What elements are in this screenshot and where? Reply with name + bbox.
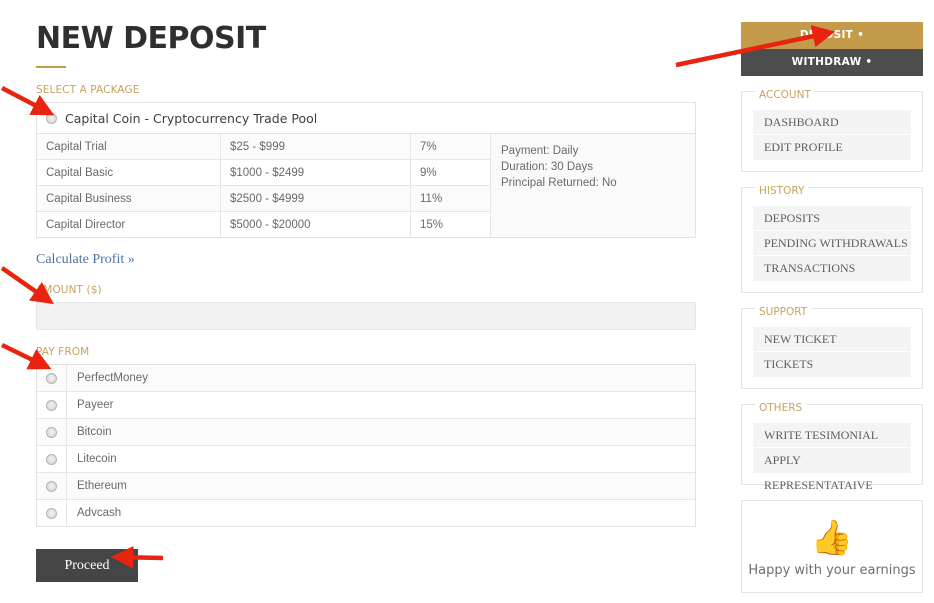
payment-radio-cell[interactable]	[37, 500, 67, 526]
payment-radio[interactable]	[46, 507, 57, 519]
plan-range: $5000 - $20000	[220, 211, 411, 237]
plan-info-duration: Duration: 30 Days	[501, 161, 594, 173]
payment-radio[interactable]	[46, 453, 57, 465]
package-name: Capital Coin - Cryptocurrency Trade Pool	[65, 110, 318, 126]
sidebar-group-others: OTHERS WRITE TESIMONIAL APPLY REPRESENTA…	[741, 402, 923, 492]
plan-name: Capital Basic	[37, 159, 221, 186]
page-title: NEW DEPOSIT	[36, 21, 266, 56]
plan-table-body: Capital Trial $25 - $999 7% Capital Basi…	[37, 134, 491, 237]
sidebar-group-account: ACCOUNT DASHBOARD EDIT PROFILE	[741, 89, 923, 172]
list-item[interactable]: Payeer	[37, 392, 695, 419]
amount-label: AMOUNT ($)	[36, 284, 102, 296]
payment-method-label: PerfectMoney	[77, 372, 148, 384]
select-package-label: SELECT A PACKAGE	[36, 84, 140, 96]
plan-table: Capital Trial $25 - $999 7% Capital Basi…	[37, 134, 491, 237]
list-item[interactable]: Bitcoin	[37, 419, 695, 446]
sidebar: DEPOSIT • WITHDRAW • ACCOUNT DASHBOARD E…	[741, 22, 923, 593]
list-item[interactable]: Litecoin	[37, 446, 695, 473]
sidebar-item-dashboard[interactable]: DASHBOARD	[753, 110, 911, 135]
title-underline	[36, 66, 66, 68]
package-box: Capital Coin - Cryptocurrency Trade Pool…	[36, 102, 696, 238]
plan-name: Capital Business	[37, 185, 221, 212]
package-option-row[interactable]: Capital Coin - Cryptocurrency Trade Pool	[37, 103, 695, 134]
amount-input[interactable]	[36, 302, 696, 330]
table-row: Capital Director $5000 - $20000 15%	[37, 211, 491, 237]
plan-name: Capital Director	[37, 211, 221, 237]
plan-table-wrap: Capital Trial $25 - $999 7% Capital Basi…	[37, 134, 695, 237]
payment-method-label: Bitcoin	[77, 426, 112, 438]
calculate-profit-link[interactable]: Calculate Profit »	[36, 252, 135, 268]
payment-radio[interactable]	[46, 372, 57, 384]
deposit-page: NEW DEPOSIT SELECT A PACKAGE Capital Coi…	[0, 0, 934, 603]
sidebar-item-apply-representative[interactable]: APPLY REPRESENTATAIVE	[753, 448, 911, 492]
thumbs-up-icon: 👍	[810, 519, 854, 557]
sidebar-group-legend: ACCOUNT	[755, 89, 815, 101]
list-item[interactable]: PerfectMoney	[37, 365, 695, 392]
plan-percent: 11%	[410, 185, 491, 212]
list-item[interactable]: Advcash	[37, 500, 695, 527]
sidebar-group-legend: HISTORY	[755, 185, 809, 197]
payment-method-list: PerfectMoney Payeer Bitcoin Litecoin Eth…	[36, 364, 696, 527]
main-content: NEW DEPOSIT SELECT A PACKAGE Capital Coi…	[36, 0, 696, 582]
sidebar-item-edit-profile[interactable]: EDIT PROFILE	[753, 135, 911, 160]
plan-percent: 15%	[410, 211, 491, 237]
sidebar-group-legend: OTHERS	[755, 402, 807, 414]
sidebar-item-new-ticket[interactable]: NEW TICKET	[753, 327, 911, 352]
sidebar-item-tickets[interactable]: TICKETS	[753, 352, 911, 377]
sidebar-item-deposits[interactable]: DEPOSITS	[753, 206, 911, 231]
payment-radio[interactable]	[46, 480, 57, 492]
plan-range: $1000 - $2499	[220, 159, 411, 186]
payment-radio-cell[interactable]	[37, 446, 67, 472]
table-row: Capital Trial $25 - $999 7%	[37, 134, 491, 160]
happy-earnings-text: Happy with your earnings	[748, 563, 916, 578]
payment-radio[interactable]	[46, 426, 57, 438]
payment-radio-cell[interactable]	[37, 365, 67, 391]
payment-radio-cell[interactable]	[37, 419, 67, 445]
plan-percent: 9%	[410, 159, 491, 186]
payment-radio-cell[interactable]	[37, 392, 67, 418]
payment-radio-cell[interactable]	[37, 473, 67, 499]
proceed-button[interactable]: Proceed	[36, 549, 138, 582]
package-radio[interactable]	[46, 112, 57, 124]
sidebar-withdraw-button[interactable]: WITHDRAW •	[741, 49, 923, 76]
sidebar-item-pending-withdrawals[interactable]: PENDING WITHDRAWALS	[753, 231, 911, 256]
payment-method-label: Litecoin	[77, 453, 117, 465]
sidebar-group-support: SUPPORT NEW TICKET TICKETS	[741, 306, 923, 389]
plan-range: $25 - $999	[220, 134, 411, 160]
list-item[interactable]: Ethereum	[37, 473, 695, 500]
table-row: Capital Basic $1000 - $2499 9%	[37, 159, 491, 186]
happy-earnings-card: 👍 Happy with your earnings	[741, 500, 923, 593]
payment-method-label: Ethereum	[77, 480, 127, 492]
plan-info-panel: Payment: Daily Duration: 30 Days Princip…	[491, 134, 695, 237]
plan-range: $2500 - $4999	[220, 185, 411, 212]
plan-percent: 7%	[410, 134, 491, 160]
plan-info-payment: Payment: Daily	[501, 145, 579, 157]
pay-from-label: PAY FROM	[36, 346, 90, 358]
sidebar-group-history: HISTORY DEPOSITS PENDING WITHDRAWALS TRA…	[741, 185, 923, 293]
payment-method-label: Payeer	[77, 399, 114, 411]
table-row: Capital Business $2500 - $4999 11%	[37, 185, 491, 212]
sidebar-item-write-testimonial[interactable]: WRITE TESIMONIAL	[753, 423, 911, 448]
sidebar-group-legend: SUPPORT	[755, 306, 812, 318]
sidebar-deposit-button[interactable]: DEPOSIT •	[741, 22, 923, 49]
payment-method-label: Advcash	[77, 507, 122, 519]
sidebar-item-transactions[interactable]: TRANSACTIONS	[753, 256, 911, 281]
plan-name: Capital Trial	[37, 134, 221, 160]
payment-radio[interactable]	[46, 399, 57, 411]
plan-info-principal: Principal Returned: No	[501, 177, 617, 189]
